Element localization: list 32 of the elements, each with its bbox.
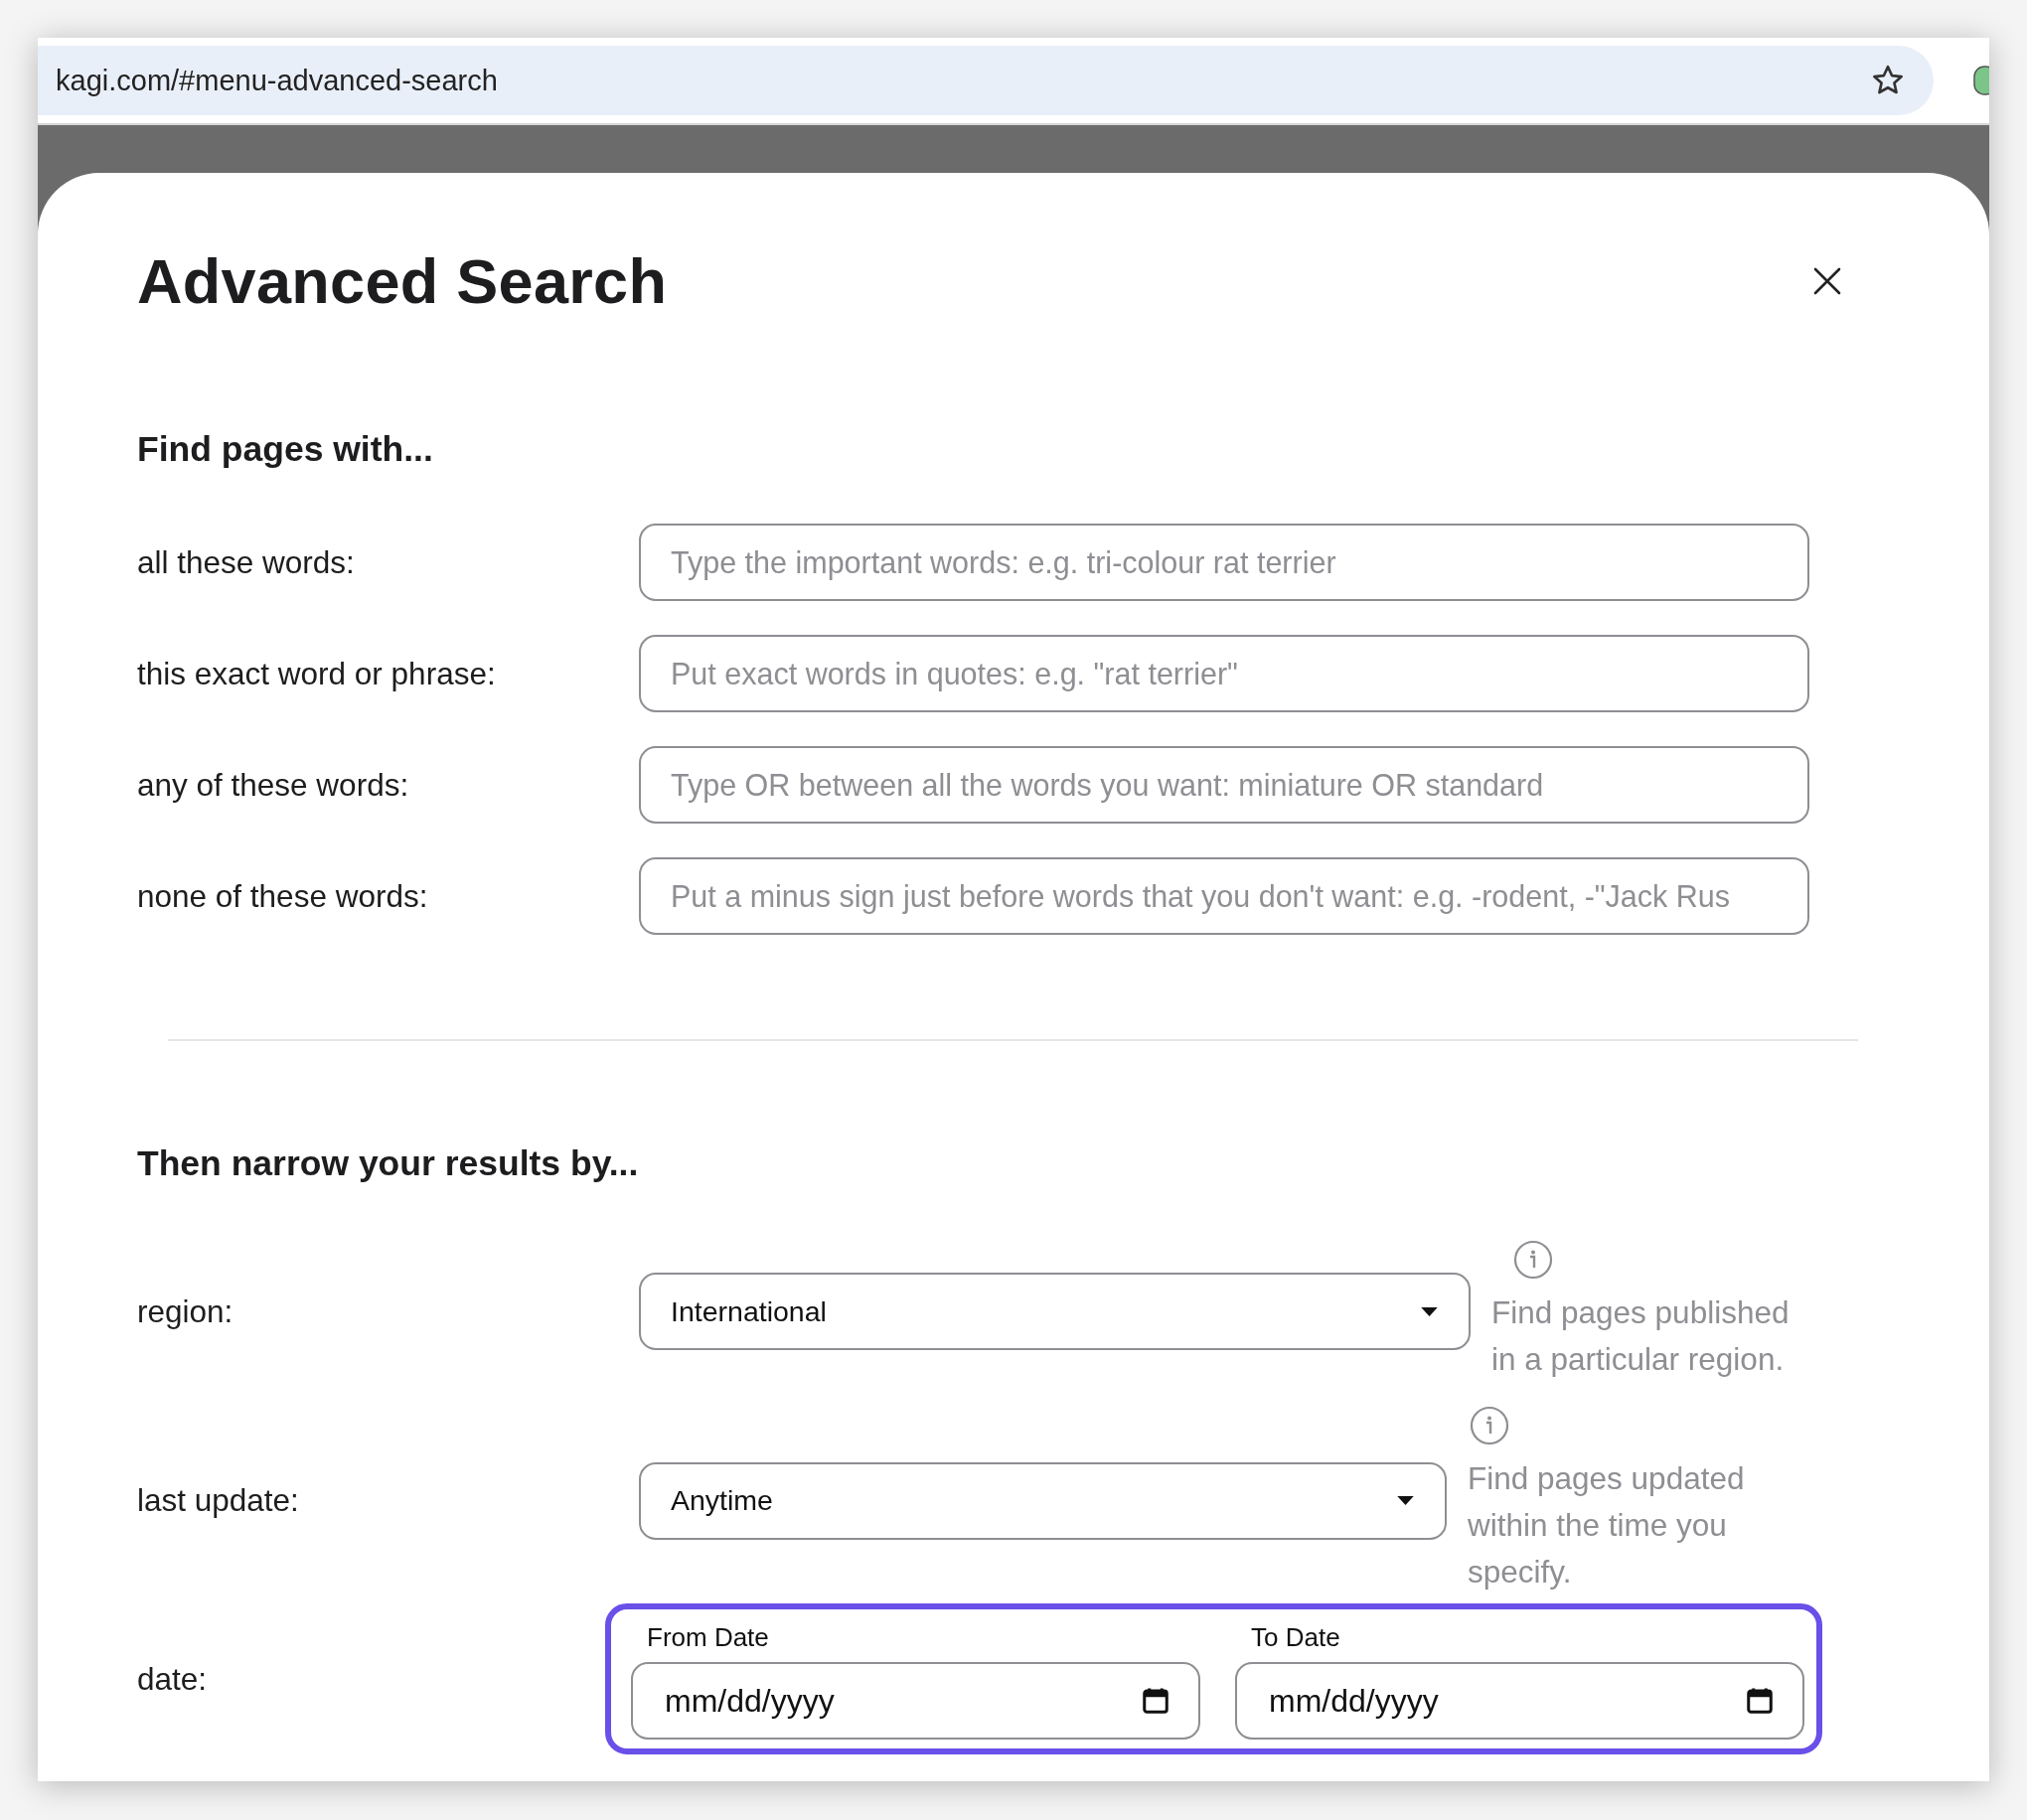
calendar-icon[interactable] — [1141, 1686, 1170, 1716]
help-text: Find pages published in a particular region. — [1491, 1293, 1791, 1379]
field-label: none of these words: — [137, 877, 429, 915]
dropdown[interactable]: International — [639, 1273, 1471, 1350]
text-field[interactable]: Type OR between all the words you want: miniature OR standard — [639, 746, 1809, 824]
section-heading: Find pages with... — [137, 429, 434, 469]
field-label: this exact word or phrase: — [137, 655, 497, 692]
address-bar[interactable]: kagi.com/#menu-advanced-search — [38, 46, 1934, 115]
close-icon[interactable] — [1812, 266, 1842, 296]
section-heading: Then narrow your results by... — [137, 1143, 640, 1183]
help-text: Find pages updated within the time you specify. — [1468, 1459, 1746, 1592]
date-field[interactable]: mm/dd/yyyy — [631, 1662, 1200, 1740]
dialog-title: Advanced Search — [137, 245, 668, 317]
text-field[interactable]: Put a minus sign just before words that you don't want: e.g. -rodent, -"Jack Rus — [639, 857, 1809, 935]
date-field[interactable]: mm/dd/yyyy — [1235, 1662, 1804, 1740]
info-icon[interactable] — [1470, 1406, 1509, 1445]
field-label: date: — [137, 1660, 209, 1698]
date-label: From Date — [647, 1621, 770, 1654]
url-text: kagi.com/#menu-advanced-search — [56, 64, 499, 97]
field-label: last update: — [137, 1482, 300, 1519]
dropdown[interactable]: Anytime — [639, 1461, 1447, 1540]
field-label: region: — [137, 1292, 234, 1330]
text-field[interactable]: Put exact words in quotes: e.g. "rat terrier" — [639, 635, 1809, 712]
info-icon[interactable] — [1513, 1240, 1553, 1280]
caret-icon — [1396, 1495, 1415, 1506]
date-label: To Date — [1251, 1621, 1341, 1654]
caret-icon — [1420, 1305, 1439, 1317]
calendar-icon[interactable] — [1745, 1686, 1775, 1716]
field-label: any of these words: — [137, 766, 410, 804]
extension-icon[interactable] — [1973, 66, 1989, 95]
text-field[interactable]: Type the important words: e.g. tri-colour rat terrier — [639, 524, 1809, 601]
field-label: all these words: — [137, 543, 356, 581]
